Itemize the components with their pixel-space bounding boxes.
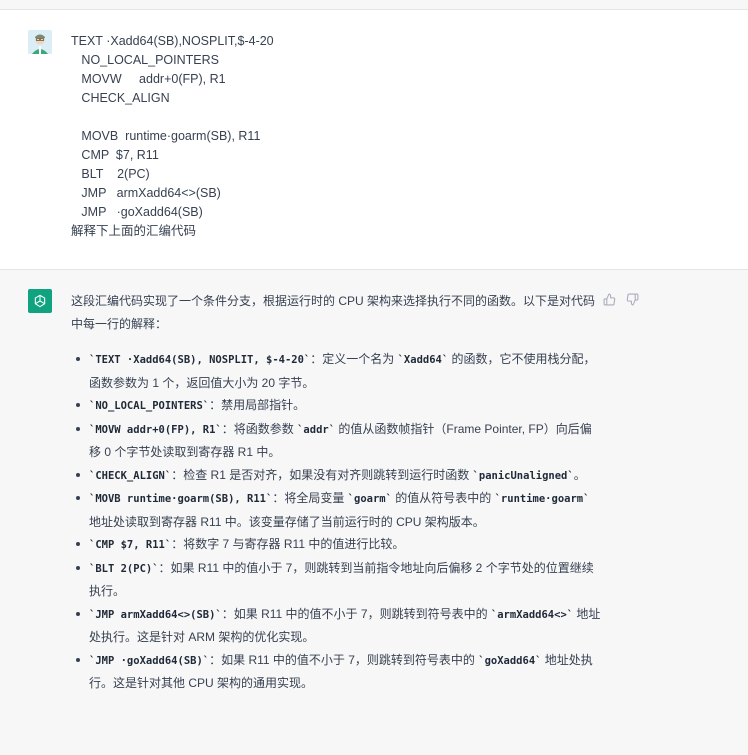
list-item: `MOVB runtime·goarm(SB), R11`：将全局变量 `goa… bbox=[71, 487, 601, 533]
list-item: `BLT 2(PC)`：如果 R11 中的值小于 7，则跳转到当前指令地址向后偏… bbox=[71, 557, 601, 603]
feedback-actions bbox=[603, 293, 639, 306]
top-divider bbox=[0, 0, 748, 10]
assistant-intro: 这段汇编代码实现了一个条件分支，根据运行时的 CPU 架构来选择执行不同的函数。… bbox=[71, 294, 596, 331]
list-item: `JMP armXadd64<>(SB)`：如果 R11 中的值不小于 7，则跳… bbox=[71, 603, 601, 649]
list-item: `JMP ·goXadd64(SB)`：如果 R11 中的值不小于 7，则跳转到… bbox=[71, 649, 601, 695]
thumbs-up-icon[interactable] bbox=[603, 293, 616, 306]
list-item: `NO_LOCAL_POINTERS`：禁用局部指针。 bbox=[71, 394, 601, 418]
list-item: `TEXT ·Xadd64(SB), NOSPLIT, $-4-20`：定义一个… bbox=[71, 348, 601, 394]
list-item: `CHECK_ALIGN`：检查 R1 是否对齐，如果没有对齐则跳转到运行时函数… bbox=[71, 464, 601, 488]
list-item: `MOVW addr+0(FP), R1`：将函数参数 `addr` 的值从函数… bbox=[71, 418, 601, 464]
thumbs-down-icon[interactable] bbox=[626, 293, 639, 306]
user-message-text: TEXT ·Xadd64(SB),NOSPLIT,$-4-20 NO_LOCAL… bbox=[71, 34, 274, 238]
explanation-list: `TEXT ·Xadd64(SB), NOSPLIT, $-4-20`：定义一个… bbox=[71, 348, 601, 695]
list-item: `CMP $7, R11`：将数字 7 与寄存器 R11 中的值进行比较。 bbox=[71, 533, 601, 557]
assistant-message: 这段汇编代码实现了一个条件分支，根据运行时的 CPU 架构来选择执行不同的函数。… bbox=[71, 290, 601, 695]
openai-logo-icon bbox=[28, 289, 52, 313]
user-avatar-icon bbox=[28, 30, 52, 54]
